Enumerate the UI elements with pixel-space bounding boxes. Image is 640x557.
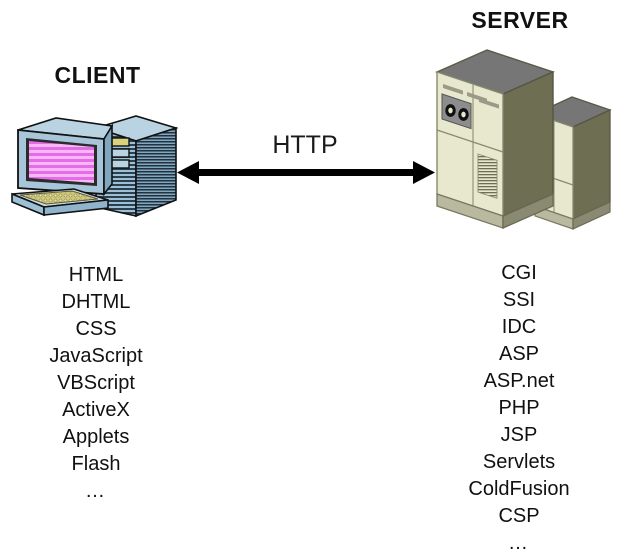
server-list-more: …: [508, 532, 530, 554]
server-technology-list: CGI SSI IDC ASP ASP.net PHP JSP Servlets…: [424, 260, 614, 557]
diagram-canvas: CLIENT SERVER HTTP HTML DHTML CSS JavaSc…: [0, 0, 640, 554]
client-technology-list: HTML DHTML CSS JavaScript VBScript Activ…: [0, 262, 192, 505]
list-item: VBScript: [57, 372, 135, 394]
list-item: ASP.net: [483, 370, 555, 392]
list-item: Applets: [62, 426, 130, 448]
list-item: JavaScript: [49, 345, 143, 367]
list-item: Servlets: [482, 451, 556, 473]
list-item: PHP: [498, 397, 540, 419]
list-item: HTML: [68, 264, 124, 286]
protocol-label: HTTP: [272, 131, 338, 159]
list-item: JSP: [500, 424, 538, 446]
list-item: IDC: [501, 316, 537, 338]
desktop-computer-icon: [8, 108, 183, 233]
list-item: CGI: [501, 262, 537, 284]
list-item: SSI: [502, 289, 536, 311]
client-title: CLIENT: [54, 62, 141, 88]
list-item: ASP: [498, 343, 540, 365]
list-item: CSP: [498, 505, 540, 527]
bidirectional-arrow-icon: [175, 158, 437, 195]
client-list-more: …: [85, 480, 107, 502]
list-item: Flash: [71, 453, 121, 475]
server-title: SERVER: [471, 7, 569, 33]
list-item: DHTML: [61, 291, 131, 313]
server-cabinet-icon: [425, 42, 615, 262]
list-item: CSS: [75, 318, 117, 340]
list-item: ActiveX: [62, 399, 130, 421]
list-item: ColdFusion: [468, 478, 570, 500]
